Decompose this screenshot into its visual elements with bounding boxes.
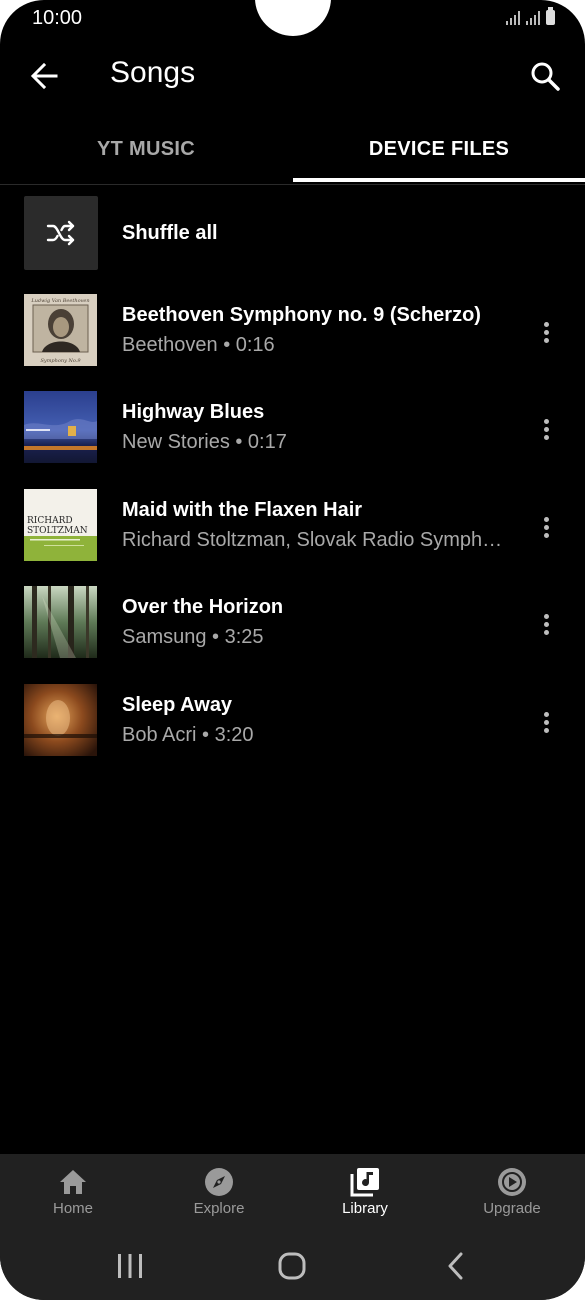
song-row[interactable]: Sleep Away Bob Acri • 3:20 bbox=[0, 684, 585, 758]
art-text-line2: STOLTZMAN bbox=[27, 526, 88, 536]
song-subtitle: Beethoven • 0:16 bbox=[122, 334, 275, 356]
song-row[interactable]: RICHARD STOLTZMAN Maid with the Flaxen H… bbox=[0, 489, 585, 563]
status-icons bbox=[506, 7, 555, 25]
album-art-sleep-away bbox=[24, 684, 97, 756]
shuffle-all-label: Shuffle all bbox=[122, 222, 218, 244]
shuffle-all-row[interactable]: Shuffle all bbox=[0, 196, 585, 270]
nav-library[interactable]: Library bbox=[292, 1162, 438, 1226]
song-row[interactable]: Highway Blues New Stories • 0:17 bbox=[0, 391, 585, 465]
shuffle-icon bbox=[46, 220, 75, 246]
nav-home[interactable]: Home bbox=[0, 1162, 146, 1226]
nav-library-label: Library bbox=[342, 1200, 388, 1217]
home-icon bbox=[60, 1170, 86, 1194]
nav-upgrade-label: Upgrade bbox=[483, 1200, 541, 1217]
phone-screen: 10:00 Songs YT MUSIC DEVICE FILES Shuffl… bbox=[0, 0, 585, 1300]
album-art-richard-stoltzman: RICHARD STOLTZMAN bbox=[24, 489, 97, 561]
song-title: Highway Blues bbox=[122, 401, 265, 423]
upgrade-play-icon bbox=[498, 1168, 526, 1196]
song-title: Sleep Away bbox=[122, 694, 233, 716]
art-text-bottom: Symphony No.9 bbox=[40, 358, 81, 364]
library-music-icon bbox=[350, 1168, 379, 1197]
status-time: 10:00 bbox=[32, 7, 83, 29]
song-subtitle: Richard Stoltzman, Slovak Radio Symph… bbox=[122, 529, 503, 551]
song-title: Maid with the Flaxen Hair bbox=[122, 499, 363, 521]
more-options-icon[interactable] bbox=[530, 511, 562, 543]
song-row[interactable]: Ludwig Van Beethoven Symphony No.9 Beeth… bbox=[0, 294, 585, 368]
song-subtitle: Samsung • 3:25 bbox=[122, 626, 264, 648]
tab-yt-music[interactable]: YT MUSIC bbox=[0, 116, 292, 182]
song-subtitle: Bob Acri • 3:20 bbox=[122, 724, 254, 746]
album-art-over-the-horizon bbox=[24, 586, 97, 658]
song-subtitle: New Stories • 0:17 bbox=[122, 431, 287, 453]
more-options-icon[interactable] bbox=[530, 413, 562, 445]
nav-explore[interactable]: Explore bbox=[146, 1162, 292, 1226]
art-text-top: Ludwig Van Beethoven bbox=[30, 298, 89, 304]
song-row[interactable]: Over the Horizon Samsung • 3:25 bbox=[0, 586, 585, 660]
battery-icon bbox=[546, 7, 555, 25]
more-options-icon[interactable] bbox=[530, 608, 562, 640]
song-title: Over the Horizon bbox=[122, 596, 284, 618]
home-button-icon[interactable] bbox=[276, 1250, 308, 1282]
nav-explore-label: Explore bbox=[193, 1200, 245, 1217]
nav-upgrade[interactable]: Upgrade bbox=[439, 1162, 585, 1226]
signal-icon bbox=[526, 9, 540, 25]
signal-icon bbox=[506, 9, 520, 25]
album-art-highway-blues bbox=[24, 391, 97, 463]
tab-device-files[interactable]: DEVICE FILES bbox=[293, 116, 585, 182]
recent-apps-icon[interactable] bbox=[114, 1250, 146, 1282]
compass-icon bbox=[205, 1168, 233, 1196]
tab-indicator bbox=[293, 178, 585, 182]
system-navigation-bar bbox=[0, 1232, 585, 1300]
back-arrow-icon[interactable] bbox=[24, 56, 64, 96]
status-bar: 10:00 bbox=[0, 0, 585, 36]
shuffle-tile bbox=[24, 196, 98, 270]
album-art-beethoven: Ludwig Van Beethoven Symphony No.9 bbox=[24, 294, 97, 366]
page-title: Songs bbox=[110, 56, 196, 89]
search-icon[interactable] bbox=[525, 56, 565, 96]
more-options-icon[interactable] bbox=[530, 706, 562, 738]
tab-bar: YT MUSIC DEVICE FILES bbox=[0, 116, 585, 185]
art-text-line1: RICHARD bbox=[27, 516, 73, 526]
app-bar: Songs bbox=[0, 36, 585, 112]
system-back-icon[interactable] bbox=[440, 1250, 472, 1282]
song-title: Beethoven Symphony no. 9 (Scherzo) bbox=[122, 304, 481, 326]
nav-home-label: Home bbox=[52, 1200, 93, 1217]
more-options-icon[interactable] bbox=[530, 316, 562, 348]
